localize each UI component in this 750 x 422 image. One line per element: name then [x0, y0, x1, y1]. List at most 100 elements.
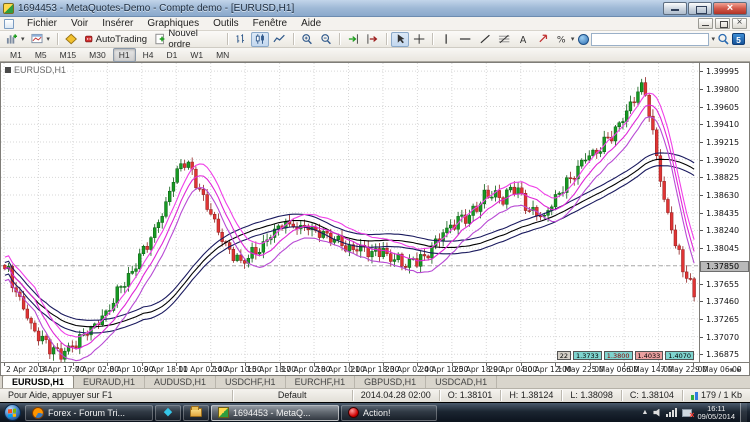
clock-date: 09/05/2014 — [697, 413, 735, 421]
chart-tab[interactable]: GBPUSD,H1 — [355, 376, 426, 388]
timeframe-button[interactable]: M30 — [83, 48, 112, 62]
current-price-marker: 1.37850 — [700, 261, 749, 272]
shapes-tool-button[interactable]: % ▾ — [553, 32, 577, 47]
timeframe-button[interactable]: H4 — [137, 48, 160, 62]
chart-tab[interactable]: EURCHF,H1 — [286, 376, 356, 388]
network-error-icon[interactable] — [682, 409, 692, 417]
indicator-value-boxes: 221.37331.38001.40331.4070 — [557, 351, 694, 360]
expert-advisors-button[interactable] — [62, 32, 80, 47]
indicator-value-box: 22 — [557, 351, 571, 360]
taskbar-pinned-app-button[interactable]: ◆ — [155, 405, 181, 421]
timeframe-button[interactable]: MN — [210, 48, 235, 62]
autotrading-button[interactable]: AutoTrading — [81, 32, 150, 47]
time-axis-label: 9 May 06:00 — [695, 365, 742, 374]
chart-shift-icon — [366, 33, 378, 45]
indicator-value-box: 1.4033 — [635, 351, 664, 360]
new-chart-dropdown-arrow[interactable]: ▾ — [21, 35, 25, 43]
menu-item[interactable]: Insérer — [95, 18, 140, 29]
menu-item[interactable]: Fichier — [20, 18, 64, 29]
search-dropdown-arrow[interactable]: ▾ — [711, 35, 715, 43]
mql5-icon[interactable]: 5 — [732, 33, 745, 45]
new-order-icon — [154, 33, 166, 45]
timeframe-button[interactable]: M1 — [4, 48, 28, 62]
vertical-line-tool-button[interactable] — [437, 32, 455, 47]
fibonacci-tool-button[interactable] — [495, 32, 513, 47]
timeframe-button[interactable]: M15 — [54, 48, 83, 62]
volume-icon[interactable] — [653, 409, 661, 417]
shapes-dropdown-arrow[interactable]: ▾ — [571, 35, 575, 43]
time-axis[interactable]: ◂▸ 2 Apr 20143 Apr 17:007 Apr 02:008 Apr… — [1, 362, 749, 375]
chart-symbol-text: EURUSD,H1 — [14, 65, 66, 75]
candlestick-mode-button[interactable] — [251, 32, 269, 47]
zoom-out-icon — [320, 33, 332, 45]
chart-restore-button[interactable] — [715, 18, 730, 29]
price-chart[interactable] — [1, 63, 698, 362]
taskbar-mt4-button[interactable]: 1694453 - MetaQ... — [211, 405, 339, 421]
auto-scroll-button[interactable] — [344, 32, 362, 47]
horizontal-line-icon — [459, 33, 471, 45]
chart-minimize-button[interactable] — [698, 18, 713, 29]
search-input[interactable] — [591, 33, 709, 46]
chart-tab[interactable]: USDCAD,H1 — [426, 376, 497, 388]
firefox-window-title: Forex - Forum Tri... — [48, 408, 125, 418]
status-high: H: 1.38124 — [501, 390, 562, 401]
menu-item[interactable]: Aide — [294, 18, 328, 29]
timeframe-button[interactable]: D1 — [160, 48, 183, 62]
window-restore-button[interactable] — [688, 2, 712, 15]
profiles-dropdown-arrow[interactable]: ▾ — [46, 35, 50, 43]
new-chart-button[interactable]: ▾ — [3, 32, 27, 47]
svg-text:A: A — [520, 35, 527, 45]
zoom-in-icon — [301, 33, 313, 45]
cursor-tool-button[interactable] — [391, 32, 409, 47]
gem-icon: ◆ — [164, 407, 172, 418]
new-order-button[interactable]: Nouvel ordre — [151, 32, 223, 47]
zoom-in-button[interactable] — [298, 32, 316, 47]
timeframe-button[interactable]: H1 — [113, 48, 136, 62]
chart-tab[interactable]: USDCHF,H1 — [216, 376, 286, 388]
crosshair-tool-button[interactable] — [410, 32, 428, 47]
horizontal-line-tool-button[interactable] — [456, 32, 474, 47]
taskbar-firefox-button[interactable]: Forex - Forum Tri... — [25, 405, 153, 421]
chart-tab[interactable]: EURUSD,H1 — [2, 375, 74, 388]
trendline-icon — [479, 33, 491, 45]
candlestick-chart-icon — [254, 33, 266, 45]
text-tool-button[interactable]: A — [514, 32, 532, 47]
mt4-window-title: 1694453 - MetaQ... — [233, 408, 311, 418]
fibonacci-icon — [498, 33, 510, 45]
chart-tab[interactable]: EURAUD,H1 — [74, 376, 145, 388]
timeframe-button[interactable]: M5 — [29, 48, 53, 62]
start-button[interactable] — [1, 404, 23, 422]
price-axis[interactable]: 1.399951.398001.396051.394101.392151.390… — [699, 63, 749, 362]
line-chart-mode-button[interactable] — [270, 32, 288, 47]
timeframe-button[interactable]: W1 — [184, 48, 209, 62]
search-icon[interactable] — [717, 33, 730, 45]
status-help-text: Pour Aide, appuyer sur F1 — [0, 390, 233, 401]
status-profile[interactable]: Default — [233, 390, 353, 401]
chart-tab[interactable]: AUDUSD,H1 — [145, 376, 216, 388]
window-close-button[interactable] — [713, 2, 747, 15]
taskbar-action-button[interactable]: Action! — [341, 405, 437, 421]
chart-plot-area[interactable]: EURUSD,H1 221.37331.38001.40331.4070 — [1, 63, 699, 362]
window-minimize-button[interactable] — [663, 2, 687, 15]
arrows-tool-button[interactable] — [534, 32, 552, 47]
network-signal-icon[interactable] — [666, 408, 677, 417]
symbol-marker-icon — [5, 67, 11, 73]
taskbar-clock[interactable]: 16:11 09/05/2014 — [697, 405, 735, 421]
record-icon — [348, 407, 359, 418]
chart-symbol-label: EURUSD,H1 — [5, 65, 66, 75]
bar-chart-mode-button[interactable] — [232, 32, 250, 47]
tray-expand-icon[interactable]: ▲ — [642, 409, 649, 416]
window-titlebar[interactable]: 1694453 - MetaQuotes-Demo - Compte demo … — [0, 0, 750, 17]
trendline-tool-button[interactable] — [476, 32, 494, 47]
connection-icon — [691, 392, 698, 400]
menu-item[interactable]: Fenêtre — [246, 18, 294, 29]
chart-shift-button[interactable] — [363, 32, 381, 47]
zoom-out-button[interactable] — [317, 32, 335, 47]
chart-close-button[interactable] — [732, 18, 747, 29]
menu-item[interactable]: Voir — [64, 18, 95, 29]
search-scope-icon[interactable] — [578, 34, 589, 45]
taskbar-explorer-button[interactable] — [183, 405, 209, 421]
new-chart-icon — [6, 33, 18, 45]
profiles-button[interactable]: ▾ — [28, 32, 52, 47]
show-desktop-button[interactable] — [740, 403, 747, 422]
